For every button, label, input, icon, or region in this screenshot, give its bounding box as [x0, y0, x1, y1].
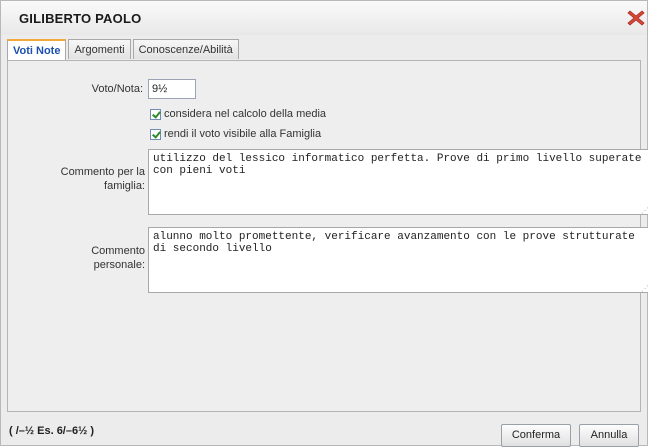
commento-personale-label-line1: Commento	[91, 245, 145, 257]
commento-personale-textarea[interactable]: alunno molto promettente, verificare ava…	[148, 227, 648, 293]
check-media-label: considera nel calcolo della media	[164, 108, 327, 120]
voto-dialog: GILIBERTO PAOLO Voti Note Argomenti Cono…	[0, 0, 648, 447]
commento-famiglia-label-line2: famiglia:	[104, 180, 145, 192]
dialog-titlebar: GILIBERTO PAOLO	[1, 1, 647, 35]
confirm-button[interactable]: Conferma	[501, 424, 571, 447]
tab-voti-note[interactable]: Voti Note	[7, 39, 67, 61]
resize-grip-icon[interactable]: ⋰	[641, 207, 648, 215]
tab-argomenti[interactable]: Argomenti	[68, 39, 131, 59]
tab-conoscenze-abilita[interactable]: Conoscenze/Abilità	[132, 39, 239, 59]
voto-format-hint: ( /–½ Es. 6/–6½ )	[9, 425, 94, 437]
tab-bar: Voti Note Argomenti Conoscenze/Abilità	[7, 39, 241, 61]
commento-famiglia-textarea[interactable]: utilizzo del lessico informatico perfett…	[148, 149, 648, 215]
check-famiglia-checkbox[interactable]	[150, 128, 161, 140]
voto-input[interactable]	[148, 79, 196, 99]
check-famiglia-row[interactable]: rendi il voto visibile alla Famiglia	[150, 128, 321, 140]
check-media-row[interactable]: considera nel calcolo della media	[150, 108, 326, 120]
check-famiglia-label: rendi il voto visibile alla Famiglia	[164, 128, 322, 140]
resize-grip-icon[interactable]: ⋰	[641, 285, 648, 293]
commento-famiglia-label: Commento per la famiglia:	[31, 165, 145, 193]
dialog-title: GILIBERTO PAOLO	[19, 11, 142, 26]
dialog-footer: ( /–½ Es. 6/–6½ ) Conferma Annulla	[1, 415, 647, 447]
cancel-button[interactable]: Annulla	[579, 424, 639, 447]
commento-personale-label-line2: personale:	[93, 259, 145, 271]
voto-label: Voto/Nota:	[91, 83, 143, 95]
check-media-checkbox[interactable]	[150, 108, 161, 120]
commento-personale-label: Commento personale:	[31, 244, 145, 272]
close-icon[interactable]	[625, 7, 647, 29]
commento-famiglia-label-line1: Commento per la	[60, 166, 145, 178]
